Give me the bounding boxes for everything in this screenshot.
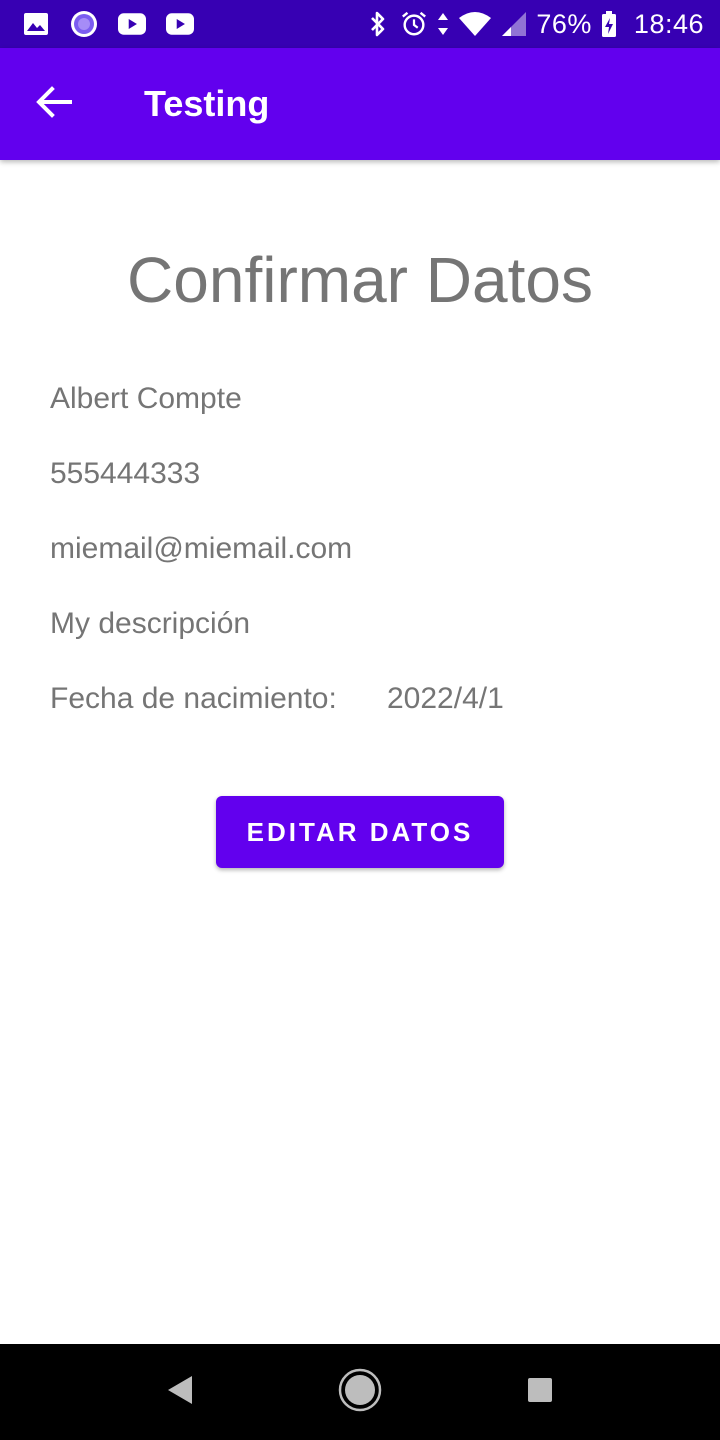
alarm-icon: [400, 10, 428, 38]
bluetooth-icon: [364, 10, 392, 38]
nav-back-button[interactable]: [156, 1368, 204, 1416]
screen: 76% 18:46 Testing Confirmar Datos Albert…: [0, 0, 720, 1440]
nav-recents-icon: [527, 1377, 553, 1408]
signal-icon: [500, 10, 528, 38]
edit-data-button[interactable]: EDITAR DATOS: [216, 796, 504, 868]
youtube-icon: [118, 10, 146, 38]
page-heading: Confirmar Datos: [127, 244, 593, 316]
birth-date-label: Fecha de nacimiento:: [50, 682, 337, 715]
back-button[interactable]: [24, 76, 88, 132]
data-arrows-icon: [436, 10, 450, 38]
notification-icons: [22, 10, 194, 38]
name-value: Albert Compte: [50, 382, 242, 415]
arrow-back-icon: [36, 85, 72, 123]
description-value: My descripción: [50, 607, 251, 640]
status-bar: 76% 18:46: [0, 0, 720, 48]
phone-value: 555444333: [50, 457, 201, 490]
battery-charging-icon: [600, 10, 618, 38]
email-value: miemail@miemail.com: [50, 532, 353, 565]
clock: 18:46: [633, 8, 704, 39]
nav-back-icon: [165, 1373, 195, 1412]
wifi-icon: [458, 10, 492, 38]
nav-home-button[interactable]: [336, 1368, 384, 1416]
navigation-bar: [0, 1344, 720, 1440]
birth-date-value: 2022/4/1: [387, 682, 504, 715]
nav-home-icon: [337, 1367, 383, 1418]
system-icons: 76% 18:46: [364, 8, 704, 40]
battery-percentage: 76%: [536, 8, 592, 39]
nav-recents-button[interactable]: [516, 1368, 564, 1416]
app-title: Testing: [144, 83, 270, 124]
loading-icon: [70, 10, 98, 38]
app-bar: Testing: [0, 48, 720, 160]
image-icon: [22, 10, 50, 38]
youtube-icon: [166, 10, 194, 38]
